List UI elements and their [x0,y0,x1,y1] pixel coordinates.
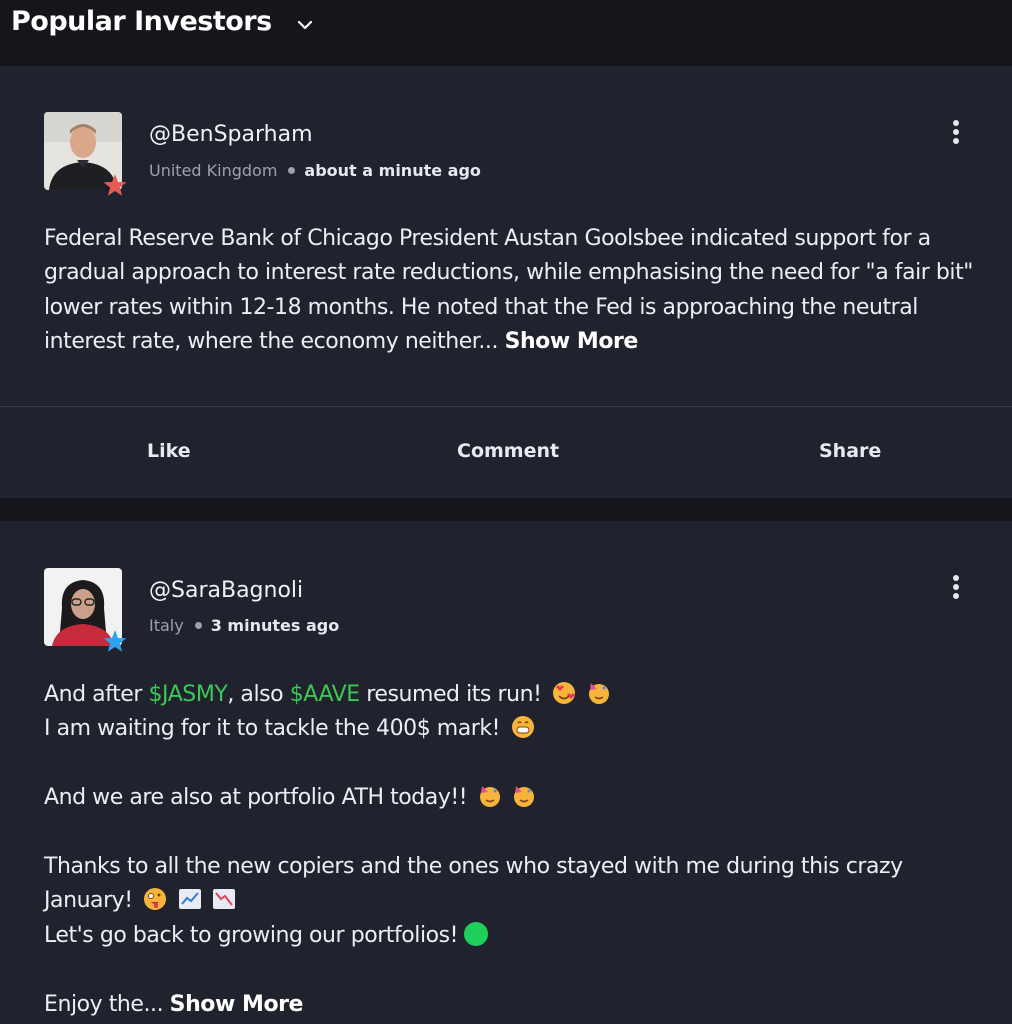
more-options-icon[interactable] [946,573,966,603]
text-segment: Thanks to all the new copiers and the on… [44,854,903,914]
show-more-link[interactable]: Show More [170,992,304,1017]
text-segment: I am waiting for it to tackle the 400$ m… [44,716,501,742]
partying-face-icon [588,683,609,704]
username[interactable]: @SaraBagnoli [149,578,303,603]
chevron-down-icon[interactable] [293,13,317,37]
divider [0,406,1012,407]
country-label: Italy [149,616,184,635]
text-segment: And we are also at portfolio ATH today!! [44,785,468,811]
post-meta: Italy 3 minutes ago [149,616,339,635]
post-line: And we are also at portfolio ATH today!! [44,781,974,815]
post-card: @BenSparham United Kingdom about a minute… [0,66,1012,498]
show-more-link[interactable]: Show More [505,329,639,354]
share-button[interactable]: Share [819,440,881,462]
page-title[interactable]: Popular Investors [11,6,272,37]
chart-increasing-icon [178,889,201,910]
grinning-face-icon [511,716,534,739]
post-line: Thanks to all the new copiers and the on… [44,850,974,919]
post-meta: United Kingdom about a minute ago [149,161,481,180]
partying-face-icon [514,786,535,808]
ticker-link[interactable]: $JASMY [149,682,228,707]
text-segment: resumed its run! [359,682,542,707]
page-header: Popular Investors [0,0,1012,66]
separator-dot [194,622,202,629]
post-text: Federal Reserve Bank of Chicago Presiden… [44,222,974,360]
ticker-link[interactable]: $AAVE [290,682,360,707]
timestamp: 3 minutes ago [210,616,340,635]
like-button[interactable]: Like [147,440,191,462]
post-line: Enjoy the... Show More [44,988,974,1022]
star-badge-icon [103,174,127,196]
post-card: @SaraBagnoli Italy 3 minutes ago And afte… [0,521,1012,1024]
post-line: Let's go back to growing our portfolios! [44,919,974,953]
avatar[interactable] [44,568,127,652]
smiling-face-with-hearts-icon [552,682,575,704]
post-text: And after $JASMY, also $AAVE resumed its… [44,678,974,1022]
separator-dot [288,167,296,174]
country-label: United Kingdom [149,161,278,180]
text-segment: Let's go back to growing our portfolios! [44,922,459,948]
text-segment: , also [227,682,290,707]
more-options-icon[interactable] [946,118,966,148]
post-line: And after $JASMY, also $AAVE resumed its… [44,678,974,712]
partying-face-icon [479,786,500,808]
avatar[interactable] [44,112,127,196]
post-line: I am waiting for it to tackle the 400$ m… [44,712,974,746]
star-badge-icon [103,630,127,652]
text-segment: And after [44,682,149,707]
text-segment: Enjoy the... [44,991,164,1017]
zany-face-icon [144,888,167,911]
timestamp: about a minute ago [304,161,481,180]
green-circle-icon [464,921,489,946]
comment-button[interactable]: Comment [457,440,559,462]
chart-decreasing-icon [213,889,236,910]
username[interactable]: @BenSparham [149,122,313,147]
